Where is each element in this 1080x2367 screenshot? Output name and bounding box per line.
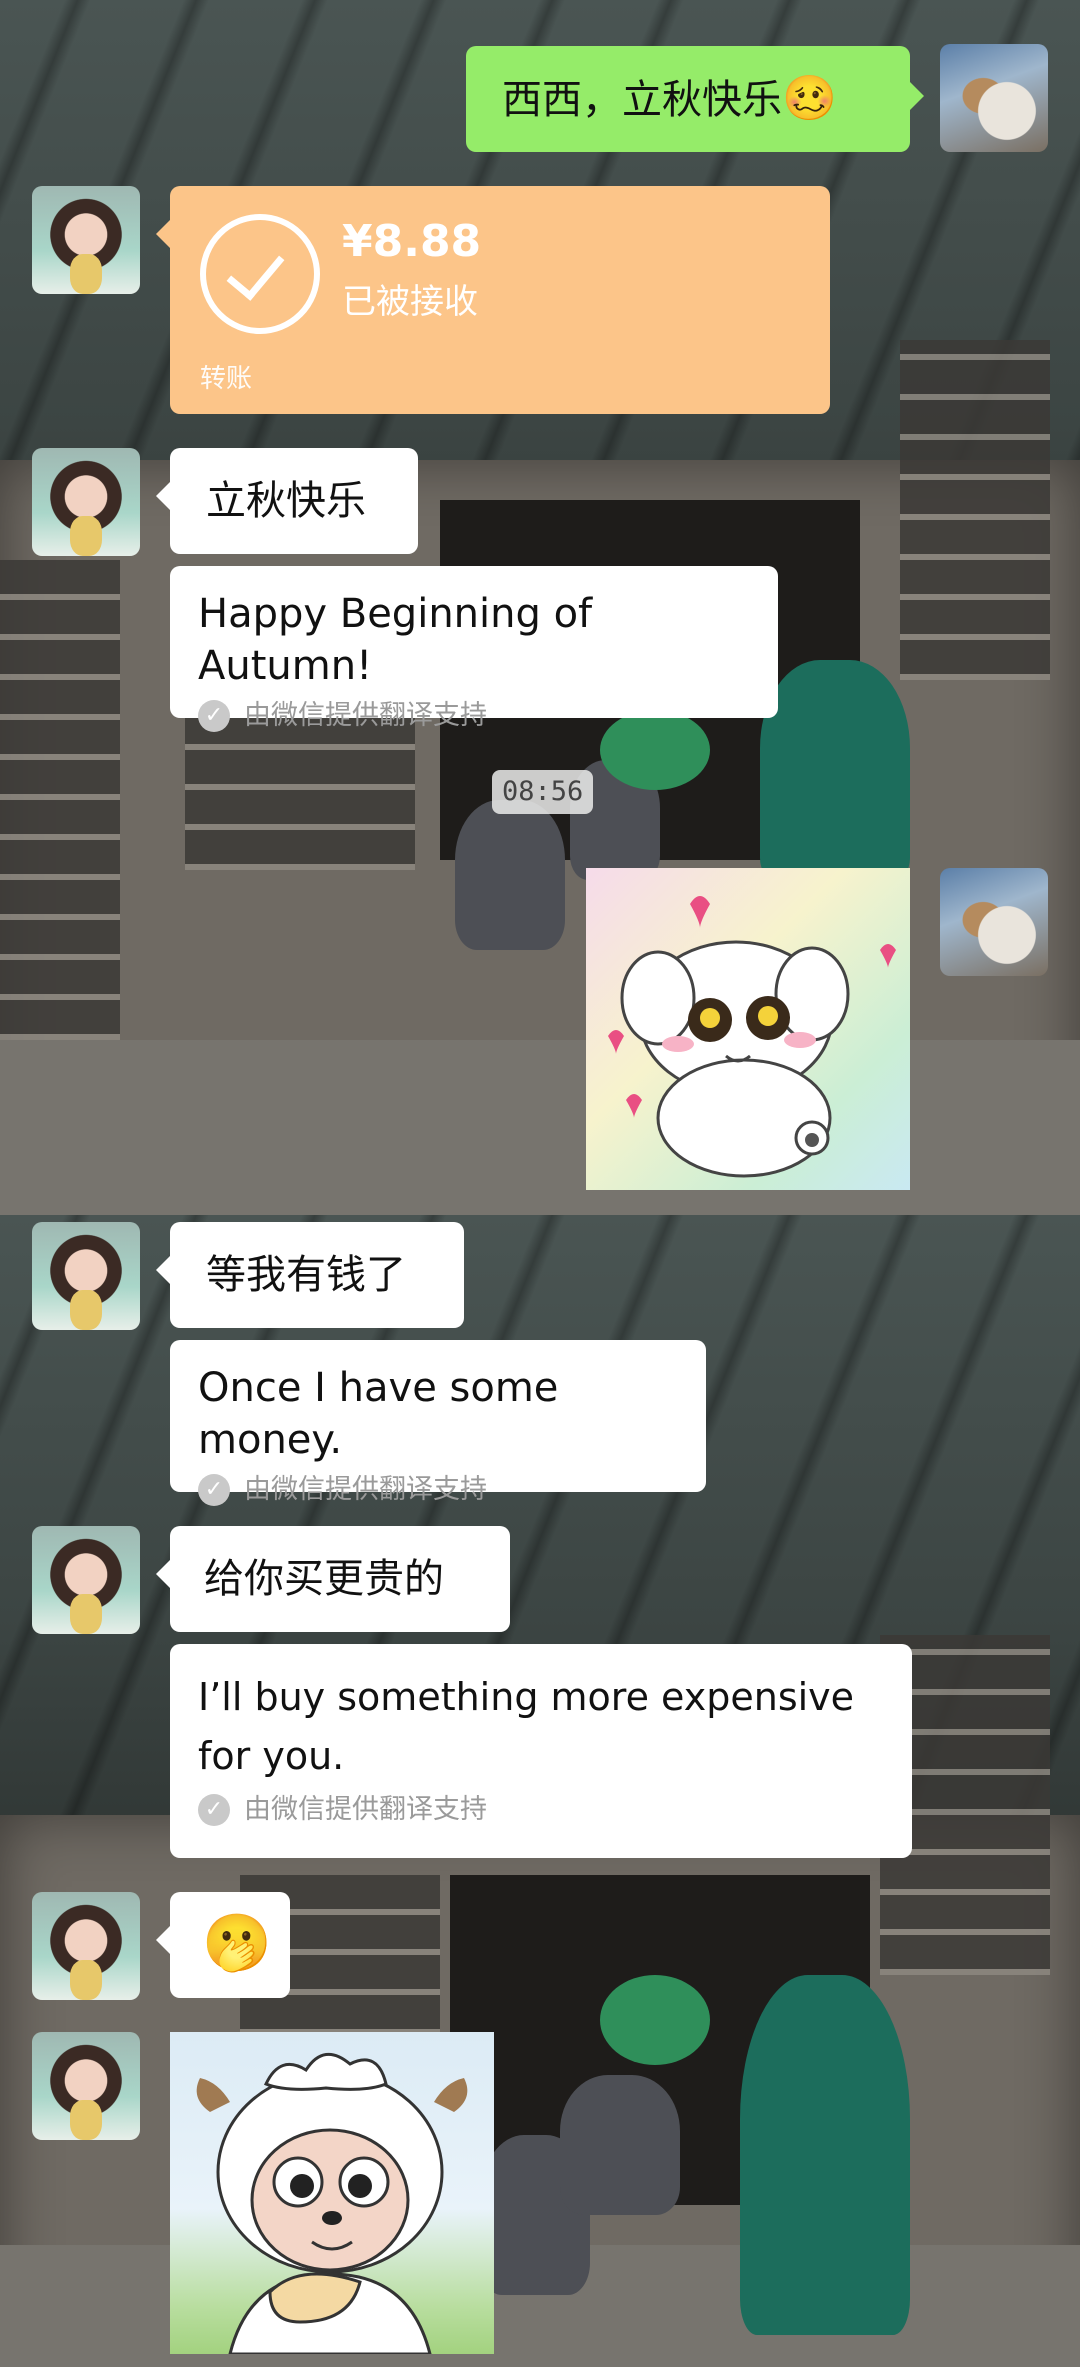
- check-circle-icon: ✓: [198, 700, 230, 732]
- translation-text: Once I have some money.: [198, 1365, 559, 1463]
- self-avatar[interactable]: [940, 868, 1048, 976]
- message-bubble-incoming[interactable]: 给你买更贵的: [156, 1526, 510, 1632]
- message-timestamp: 08:56: [492, 770, 594, 814]
- message-text: 等我有钱了: [206, 1252, 406, 1298]
- translation-bubble[interactable]: Happy Beginning of Autumn! ✓ 由微信提供翻译支持: [170, 566, 778, 732]
- puppy-heart-eyes-sticker[interactable]: [586, 868, 910, 1190]
- message-text: 西西，立秋快乐: [502, 77, 782, 123]
- message-text: 立秋快乐: [206, 478, 366, 524]
- contact-avatar[interactable]: [32, 1892, 140, 2000]
- translation-text-line-1: I’ll buy something more expensive: [198, 1675, 855, 1719]
- dizzy-face-emoji-icon: 🥴: [782, 73, 837, 124]
- message-bubble-outgoing[interactable]: 西西，立秋快乐🥴: [466, 46, 924, 152]
- translation-text-line-2: for you.: [198, 1734, 345, 1778]
- message-bubble-incoming[interactable]: 🫢: [156, 1892, 290, 1998]
- transfer-card[interactable]: ¥8.88 已被接收 转账: [156, 186, 830, 414]
- contact-avatar[interactable]: [32, 2032, 140, 2140]
- translation-note-text: 由微信提供翻译支持: [244, 700, 487, 731]
- contact-avatar[interactable]: [32, 186, 140, 294]
- transfer-label: 转账: [200, 364, 253, 394]
- translation-text: Happy Beginning of Autumn!: [198, 591, 593, 689]
- message-bubble-incoming[interactable]: 立秋快乐: [156, 448, 418, 554]
- contact-avatar[interactable]: [32, 448, 140, 556]
- translation-note-text: 由微信提供翻译支持: [244, 1794, 487, 1825]
- translation-attribution: ✓ 由微信提供翻译支持: [198, 1792, 912, 1828]
- check-circle-icon: ✓: [198, 1474, 230, 1506]
- sheep-sticker-art: [196, 2053, 468, 2354]
- translation-note-text: 由微信提供翻译支持: [244, 1474, 487, 1505]
- transfer-done-icon: [200, 214, 320, 334]
- transfer-status: 已被接收: [342, 282, 478, 322]
- transfer-amount: ¥8.88: [342, 216, 482, 267]
- contact-avatar[interactable]: [32, 1222, 140, 1330]
- puppy-sticker-art: [608, 896, 896, 1178]
- message-text: 给你买更贵的: [204, 1556, 444, 1602]
- self-avatar[interactable]: [940, 44, 1048, 152]
- sheep-sticker[interactable]: [170, 2032, 494, 2354]
- translation-bubble[interactable]: Once I have some money. ✓ 由微信提供翻译支持: [170, 1340, 706, 1506]
- contact-avatar[interactable]: [32, 1526, 140, 1634]
- hand-over-mouth-emoji-icon: 🫢: [202, 1911, 272, 1976]
- message-bubble-incoming[interactable]: 等我有钱了: [156, 1222, 464, 1328]
- translation-bubble[interactable]: I’ll buy something more expensive for yo…: [170, 1644, 912, 1858]
- check-circle-icon: ✓: [198, 1794, 230, 1826]
- translation-attribution: ✓ 由微信提供翻译支持: [198, 1472, 706, 1508]
- translation-attribution: ✓ 由微信提供翻译支持: [198, 698, 778, 734]
